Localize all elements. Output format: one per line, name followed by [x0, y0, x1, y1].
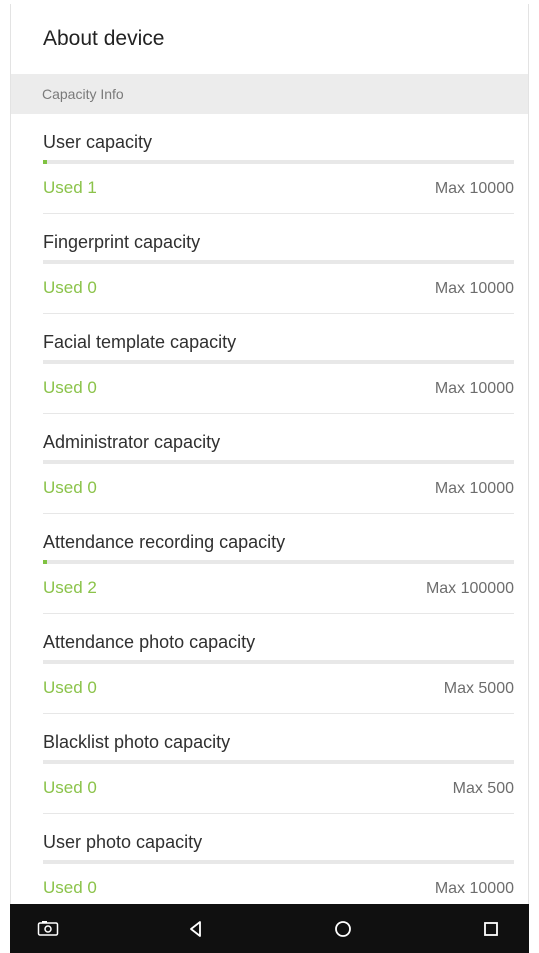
capacity-item-blacklist-photo: Blacklist photo capacity Used 0 Max 500: [43, 714, 514, 814]
capacity-progress-bar: [43, 260, 514, 264]
home-button[interactable]: [321, 912, 365, 946]
capacity-progress-bar: [43, 560, 514, 564]
capacity-used-text: Used 0: [43, 278, 97, 297]
capacity-item-facial-template: Facial template capacity Used 0 Max 1000…: [43, 314, 514, 414]
capacity-progress-bar: [43, 660, 514, 664]
capacity-max-text: Max 10000: [434, 380, 514, 397]
screenshot-button[interactable]: [26, 912, 70, 946]
capacity-max-text: Max 10000: [434, 880, 514, 897]
capacity-item-attendance-recording: Attendance recording capacity Used 2 Max…: [43, 514, 514, 614]
capacity-max-text: Max 10000: [434, 480, 514, 497]
capacity-used-text: Used 2: [43, 578, 97, 597]
capacity-progress-bar: [43, 760, 514, 764]
capacity-progress-fill: [43, 560, 47, 564]
capacity-max-text: Max 10000: [434, 280, 514, 297]
capacity-max-text: Max 5000: [443, 680, 514, 697]
capacity-list: User capacity Used 1 Max 10000 Fingerpri…: [11, 114, 528, 904]
capacity-progress-bar: [43, 460, 514, 464]
capacity-item-administrator: Administrator capacity Used 0 Max 10000: [43, 414, 514, 514]
capacity-item-title: User capacity: [43, 132, 153, 152]
capacity-used-text: Used 1: [43, 178, 97, 197]
capacity-item-title: Fingerprint capacity: [43, 232, 201, 252]
capacity-max-text: Max 100000: [425, 580, 514, 597]
recent-apps-button[interactable]: [469, 912, 513, 946]
home-icon: [332, 918, 354, 940]
capacity-progress-bar: [43, 160, 514, 164]
screenshot-icon: [37, 920, 59, 938]
capacity-item-user-photo: User photo capacity Used 0 Max 10000: [43, 814, 514, 904]
page-title: About device: [11, 4, 528, 74]
system-navigation-bar: [10, 904, 529, 953]
about-device-screen: About device Capacity Info User capacity…: [10, 4, 529, 904]
capacity-progress-fill: [43, 160, 47, 164]
capacity-item-user: User capacity Used 1 Max 10000: [43, 114, 514, 214]
capacity-progress-bar: [43, 860, 514, 864]
capacity-used-text: Used 0: [43, 478, 97, 497]
capacity-max-text: Max 10000: [434, 180, 514, 197]
capacity-used-text: Used 0: [43, 778, 97, 797]
capacity-item-title: User photo capacity: [43, 832, 203, 852]
recent-apps-icon: [481, 919, 501, 939]
capacity-used-text: Used 0: [43, 378, 97, 397]
back-button[interactable]: [174, 912, 218, 946]
capacity-item-title: Administrator capacity: [43, 432, 221, 452]
section-header-capacity-info: Capacity Info: [11, 74, 528, 114]
capacity-item-fingerprint: Fingerprint capacity Used 0 Max 10000: [43, 214, 514, 314]
capacity-item-title: Attendance recording capacity: [43, 532, 286, 552]
capacity-used-text: Used 0: [43, 678, 97, 697]
capacity-progress-bar: [43, 360, 514, 364]
back-icon: [185, 918, 207, 940]
capacity-item-title: Facial template capacity: [43, 332, 237, 352]
capacity-used-text: Used 0: [43, 878, 97, 897]
capacity-item-attendance-photo: Attendance photo capacity Used 0 Max 500…: [43, 614, 514, 714]
capacity-item-title: Blacklist photo capacity: [43, 732, 231, 752]
capacity-max-text: Max 500: [452, 780, 514, 797]
capacity-item-title: Attendance photo capacity: [43, 632, 256, 652]
